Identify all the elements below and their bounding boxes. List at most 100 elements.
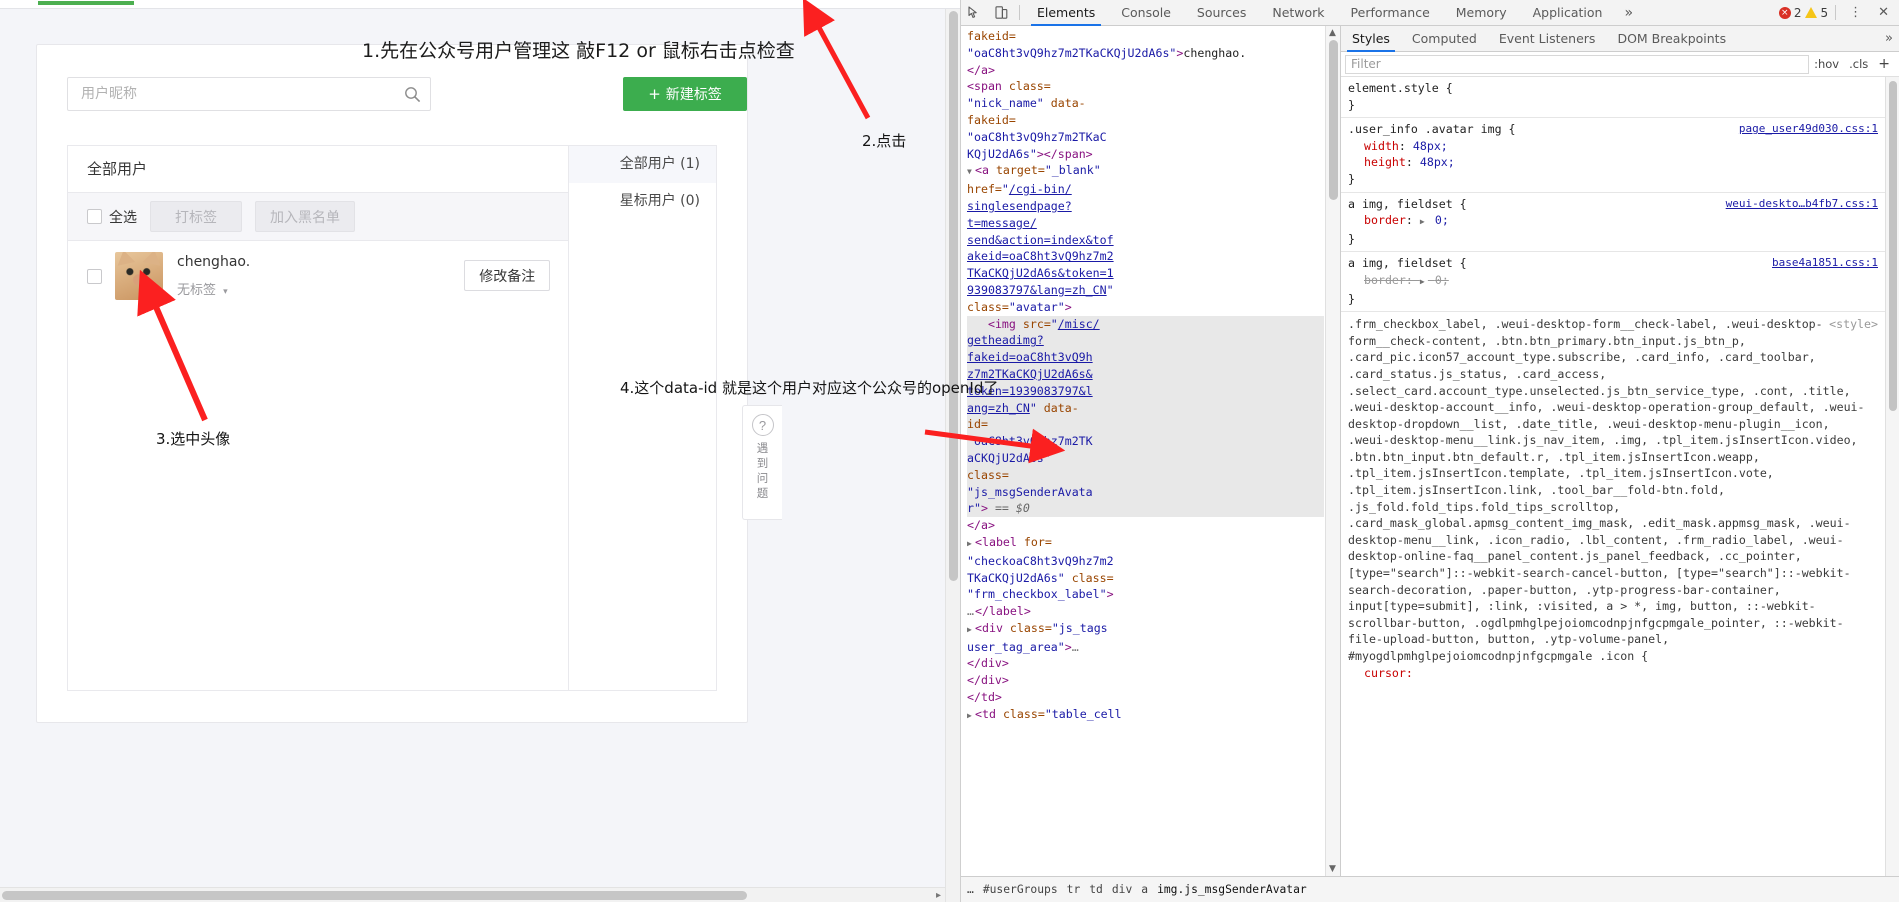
dom-line[interactable]: <span class= <box>967 78 1324 95</box>
breadcrumb-item[interactable]: #userGroups <box>983 883 1058 896</box>
dom-line[interactable]: ▶ <div class="js_tags <box>967 620 1324 639</box>
dom-line[interactable]: send&action=index&tof <box>967 232 1324 249</box>
dom-line[interactable]: ang=zh_CN" data- <box>967 400 1324 417</box>
dom-line[interactable]: TKaCKQjU2dA6s" class= <box>967 570 1324 587</box>
search-box[interactable] <box>67 77 431 111</box>
tab-computed[interactable]: Computed <box>1401 26 1488 52</box>
css-rule[interactable]: weui-deskto…b4fb7.css:1 a img, fieldset … <box>1341 193 1885 253</box>
breadcrumb-item[interactable]: td <box>1089 883 1103 896</box>
new-style-rule-button[interactable]: + <box>1873 56 1895 72</box>
select-all-checkbox[interactable] <box>87 209 102 224</box>
tab-sources[interactable]: Sources <box>1184 0 1259 26</box>
dom-line[interactable]: r"> == $0 <box>967 500 1324 517</box>
css-declaration[interactable]: border: ▶ 0; <box>1348 212 1878 231</box>
dom-selected-node[interactable]: <img src="/misc/getheadimg? fakeid=oaC8ht… <box>967 315 1324 518</box>
page-horizontal-scroll-thumb[interactable] <box>2 891 747 900</box>
dom-line[interactable]: fakeid= <box>967 112 1324 129</box>
css-rule[interactable]: base4a1851.css:1 a img, fieldset { borde… <box>1341 252 1885 313</box>
styles-more-tabs-icon[interactable]: » <box>1885 31 1893 46</box>
tab-event-listeners[interactable]: Event Listeners <box>1488 26 1607 52</box>
tab-network[interactable]: Network <box>1259 0 1337 26</box>
dom-line[interactable]: href="/cgi-bin/ <box>967 181 1324 198</box>
dom-line[interactable]: "frm_checkbox_label"> <box>967 586 1324 603</box>
dom-line[interactable]: </a> <box>967 517 1324 534</box>
scroll-down-arrow-icon[interactable]: ▼ <box>1329 864 1336 874</box>
dom-scroll-thumb[interactable] <box>1329 40 1338 200</box>
css-selector[interactable]: .user_info .avatar img { <box>1348 122 1516 136</box>
scroll-right-arrow-icon[interactable]: ▸ <box>936 890 941 901</box>
search-icon[interactable] <box>404 86 421 103</box>
expand-triangle-icon[interactable]: ▼ <box>967 164 975 181</box>
new-tag-button[interactable]: + 新建标签 <box>623 77 747 111</box>
dom-line[interactable]: </div> <box>967 672 1324 689</box>
dom-line[interactable]: id= <box>967 416 1324 433</box>
dom-line[interactable]: aCKQjU2dA6s" <box>967 450 1324 467</box>
dom-line[interactable]: z7m2TKaCKQjU2dA6s& <box>967 366 1324 383</box>
breadcrumb-item[interactable]: … <box>967 883 974 896</box>
avatar[interactable] <box>115 252 163 300</box>
inspect-element-icon[interactable] <box>961 1 988 25</box>
css-rule[interactable]: page_user49d030.css:1 .user_info .avatar… <box>1341 118 1885 193</box>
dom-line[interactable]: token=1939083797&l <box>967 383 1324 400</box>
dom-line[interactable]: class= <box>967 467 1324 484</box>
feedback-float-panel[interactable]: ? 遇到问题 <box>742 405 782 520</box>
tab-console[interactable]: Console <box>1108 0 1184 26</box>
search-input[interactable] <box>79 78 389 110</box>
css-selector[interactable]: a img, fieldset { <box>1348 197 1467 211</box>
blacklist-button[interactable]: 加入黑名单 <box>255 201 355 232</box>
page-vertical-scroll-thumb[interactable] <box>949 11 958 581</box>
tab-memory[interactable]: Memory <box>1443 0 1520 26</box>
css-source-link[interactable]: base4a1851.css:1 <box>1772 255 1878 272</box>
breadcrumb-item[interactable]: div <box>1112 883 1132 896</box>
dom-line[interactable]: "checkoaC8ht3vQ9hz7m2 <box>967 553 1324 570</box>
dom-line[interactable]: getheadimg? <box>967 332 1324 349</box>
dom-line[interactable]: user_tag_area">… <box>967 639 1324 656</box>
expand-triangle-icon[interactable]: ▶ <box>967 622 975 639</box>
styles-scroll-thumb[interactable] <box>1889 81 1897 411</box>
row-checkbox[interactable] <box>87 268 102 284</box>
dom-line[interactable]: KQjU2dA6s"></span> <box>967 146 1324 163</box>
tab-performance[interactable]: Performance <box>1338 0 1443 26</box>
css-source-link[interactable]: weui-deskto…b4fb7.css:1 <box>1726 196 1878 213</box>
scroll-up-arrow-icon[interactable]: ▲ <box>1329 28 1336 38</box>
dom-line[interactable]: "oaC8ht3vQ9hz7m2TKaCKQjU2dA6s">chenghao. <box>967 45 1324 62</box>
dom-line[interactable]: "nick_name" data- <box>967 95 1324 112</box>
css-value[interactable]: 0; <box>1435 273 1449 287</box>
dom-line[interactable]: ▶ <label for= <box>967 534 1324 553</box>
device-toolbar-icon[interactable] <box>988 1 1015 25</box>
page-vertical-scrollbar[interactable] <box>945 9 960 902</box>
dom-line[interactable]: singlesendpage? <box>967 198 1324 215</box>
sidebar-item-starred-users[interactable]: 星标用户 (0) <box>569 183 716 220</box>
css-declaration[interactable]: width: 48px; <box>1348 138 1878 155</box>
dom-line[interactable]: fakeid=oaC8ht3vQ9h <box>967 349 1324 366</box>
css-selector[interactable]: element.style { <box>1348 81 1453 95</box>
dom-line[interactable]: </td> <box>967 689 1324 706</box>
dom-line[interactable]: akeid=oaC8ht3vQ9hz7m2 <box>967 248 1324 265</box>
cls-button[interactable]: .cls <box>1844 57 1873 71</box>
expand-triangle-icon[interactable]: ▶ <box>967 708 975 725</box>
css-declaration[interactable]: border: ▶ 0; <box>1348 272 1878 291</box>
tab-dom-breakpoints[interactable]: DOM Breakpoints <box>1606 26 1737 52</box>
error-badge[interactable]: × 2 <box>1778 6 1801 20</box>
css-rule[interactable]: element.style { } <box>1341 77 1885 119</box>
tag-button[interactable]: 打标签 <box>150 201 242 232</box>
breadcrumb-item[interactable]: a <box>1141 883 1148 896</box>
dom-line[interactable]: "js_msgSenderAvata <box>967 484 1324 501</box>
user-tag[interactable]: 无标签 ▾ <box>177 279 250 298</box>
dom-line[interactable]: …</label> <box>967 603 1324 620</box>
css-selector-long[interactable]: .frm_checkbox_label, .weui-desktop-form_… <box>1348 317 1865 663</box>
dom-scrollbar[interactable]: ▲ ▼ <box>1325 26 1340 876</box>
dom-line[interactable]: </div> <box>967 655 1324 672</box>
expand-triangle-icon[interactable]: ▶ <box>1420 214 1428 231</box>
tab-application[interactable]: Application <box>1520 0 1616 26</box>
dom-line[interactable]: "oaC8ht3vQ9hz7m2TK <box>967 433 1324 450</box>
dom-line[interactable]: 939083797&lang=zh_CN" <box>967 282 1324 299</box>
breadcrumb-item-selected[interactable]: img.js_msgSenderAvatar <box>1157 883 1307 896</box>
dom-line[interactable]: ▼ <a target="_blank" <box>967 162 1324 181</box>
expand-triangle-icon[interactable]: ▶ <box>967 536 975 553</box>
dom-line[interactable]: TKaCKQjU2dA6s&token=1 <box>967 265 1324 282</box>
css-selector[interactable]: a img, fieldset { <box>1348 256 1467 270</box>
dom-line[interactable]: "oaC8ht3vQ9hz7m2TKaC <box>967 129 1324 146</box>
warning-badge[interactable]: 5 <box>1805 6 1828 20</box>
dom-line[interactable]: <img src="/misc/ <box>967 316 1324 333</box>
